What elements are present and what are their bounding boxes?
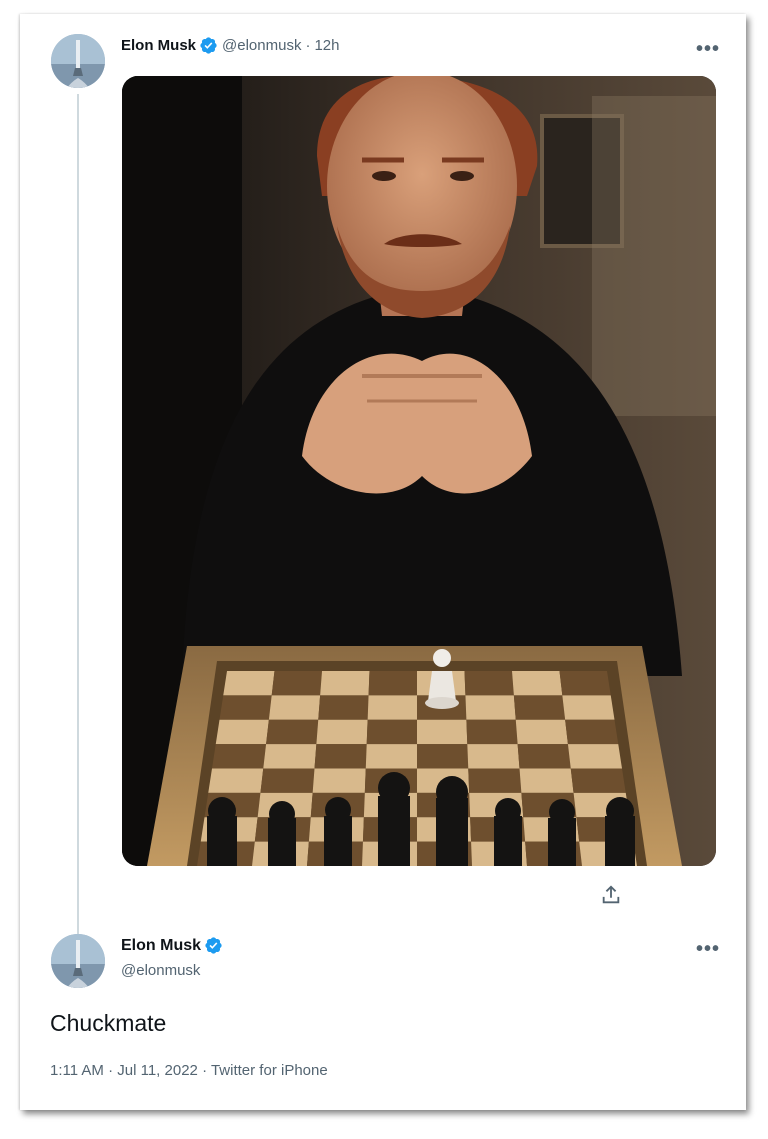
- author-avatar[interactable]: [51, 34, 105, 88]
- more-options-icon[interactable]: •••: [696, 939, 720, 959]
- reply-author-name-row: Elon Musk: [121, 936, 227, 955]
- tweet-date[interactable]: Jul 11, 2022: [117, 1062, 198, 1079]
- more-options-icon[interactable]: •••: [696, 39, 720, 59]
- verified-badge-icon: [199, 36, 218, 55]
- tweet-text: Chuckmate: [50, 1010, 167, 1036]
- reply-author-handle[interactable]: @elonmusk: [121, 962, 200, 979]
- share-icon[interactable]: [600, 884, 622, 906]
- separator-dot: ·: [108, 1062, 114, 1079]
- thread-connector-line: [77, 94, 79, 942]
- reply-author-name[interactable]: Elon Musk: [121, 937, 201, 955]
- author-handle[interactable]: @elonmusk: [222, 37, 301, 54]
- tweet-image[interactable]: [122, 76, 716, 866]
- separator-dot: ·: [305, 37, 311, 54]
- tweet-header: Elon Musk @elonmusk · 12h: [121, 36, 339, 55]
- tweet-source[interactable]: Twitter for iPhone: [211, 1062, 328, 1079]
- tweet-time[interactable]: 12h: [314, 37, 339, 54]
- author-name[interactable]: Elon Musk: [121, 37, 196, 54]
- tweet-thread-card: Elon Musk @elonmusk · 12h ••• Elon Musk …: [20, 14, 746, 1110]
- verified-badge-icon: [204, 936, 223, 955]
- tweet-timestamp[interactable]: 1:11 AM: [50, 1062, 104, 1079]
- reply-author-avatar[interactable]: [51, 934, 105, 988]
- separator-dot: ·: [202, 1062, 208, 1079]
- tweet-metadata: 1:11 AM · Jul 11, 2022 · Twitter for iPh…: [50, 1062, 328, 1079]
